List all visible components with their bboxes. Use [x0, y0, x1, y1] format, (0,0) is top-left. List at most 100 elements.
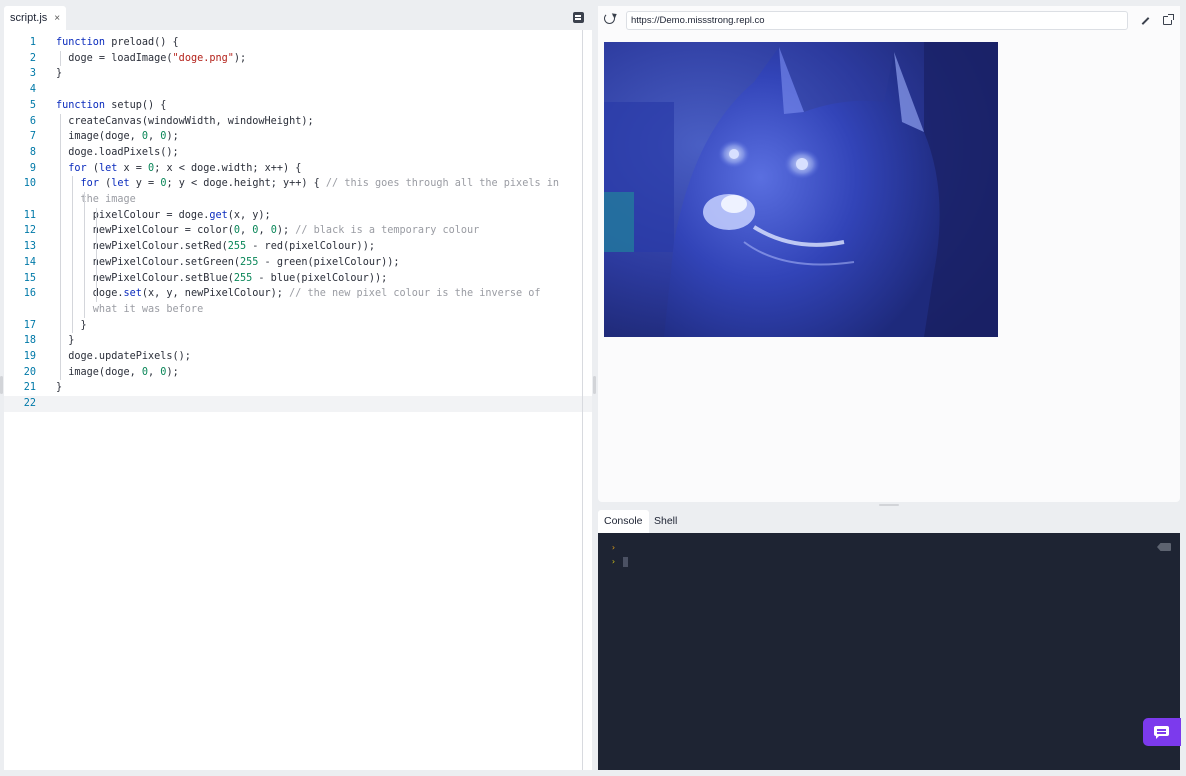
code-line[interactable]: 11 pixelColour = doge.get(x, y);	[4, 208, 592, 224]
code-line[interactable]: 2 doge = loadImage("doge.png");	[4, 51, 592, 67]
code-token: let	[111, 178, 130, 190]
code-line[interactable]: 5 function setup() {	[4, 98, 592, 114]
code-token: ,	[240, 225, 253, 237]
code-token: get	[209, 209, 228, 221]
indent-guide	[72, 176, 73, 334]
code-line[interactable]: 16 doge.set(x, y, newPixelColour); // th…	[4, 286, 592, 302]
code-token: - red(pixelColour));	[246, 241, 375, 253]
code-token: // the new pixel colour is the inverse o…	[289, 288, 541, 300]
code-line-wrap[interactable]: the image	[4, 192, 592, 208]
code-token: set	[123, 288, 142, 300]
line-number: 16	[23, 288, 36, 300]
code-line[interactable]: 15 newPixelColour.setBlue(255 - blue(pix…	[4, 271, 592, 287]
code-line[interactable]: 12 newPixelColour = color(0, 0, 0); // b…	[4, 223, 592, 239]
pencil-icon[interactable]	[1141, 17, 1150, 25]
code-line[interactable]: 13 newPixelColour.setRed(255 - red(pixel…	[4, 239, 592, 255]
code-line[interactable]: 4	[4, 82, 592, 98]
code-token: doge = loadImage(	[56, 52, 173, 64]
close-tab-icon[interactable]: ×	[54, 13, 60, 24]
line-number: 1	[29, 37, 36, 48]
webview-pane: https://Demo.missstrong.repl.co	[598, 6, 1180, 502]
editor-scrollbar[interactable]	[582, 30, 583, 770]
code-token: createCanvas(windowWidth, windowHeight);	[56, 115, 314, 127]
code-token: pixelColour = doge.	[56, 209, 210, 221]
clear-console-icon[interactable]	[1157, 543, 1171, 551]
line-number: 17	[23, 319, 36, 331]
code-line[interactable]: 7 image(doge, 0, 0);	[4, 129, 592, 145]
tab-script-js[interactable]: script.js ×	[4, 6, 67, 30]
doge-output-image	[604, 42, 998, 337]
line-number: 4	[29, 84, 36, 96]
code-token: );	[166, 366, 179, 378]
code-token: (x, y);	[227, 209, 271, 221]
code-token: what it was before	[56, 303, 204, 315]
split-resize-handle[interactable]	[593, 376, 596, 394]
code-line[interactable]: 17 }	[4, 318, 592, 334]
code-area[interactable]: 1 function preload() {2 doge = loadImage(…	[4, 30, 592, 770]
code-token: ; x < doge.width; x++) {	[154, 162, 302, 174]
sidebar-resize-handle[interactable]	[0, 376, 3, 394]
code-token: // this goes through all the pixels in	[325, 178, 559, 190]
code-text: what it was before	[56, 302, 203, 318]
code-line[interactable]: 1 function preload() {	[4, 35, 592, 51]
code-token: 255	[240, 256, 259, 268]
code-line[interactable]: 8 doge.loadPixels();	[4, 145, 592, 161]
open-new-tab-icon[interactable]	[1163, 14, 1174, 25]
code-text: function setup() {	[56, 98, 166, 114]
line-number: 18	[23, 335, 36, 347]
line-number: 3	[29, 68, 36, 80]
code-text: function preload() {	[56, 35, 179, 51]
line-number: 6	[29, 115, 36, 127]
code-text: doge.set(x, y, newPixelColour); // the n…	[56, 286, 541, 302]
code-line[interactable]: 9 for (let x = 0; x < doge.width; x++) {	[4, 161, 592, 177]
code-token: - blue(pixelColour));	[252, 272, 388, 284]
code-line[interactable]: 22	[4, 396, 592, 412]
line-number: 8	[29, 146, 36, 158]
chat-button[interactable]	[1143, 718, 1181, 746]
code-token: newPixelColour.setBlue(	[56, 272, 234, 284]
pane-resize-grip[interactable]	[879, 504, 899, 506]
code-token: // black is a temporary colour	[295, 225, 480, 237]
code-text: image(doge, 0, 0);	[56, 129, 179, 145]
file-outline-icon[interactable]	[573, 12, 584, 23]
code-line-wrap[interactable]: what it was before	[4, 302, 592, 318]
code-line[interactable]: 3}	[4, 66, 592, 82]
code-token: 255	[227, 241, 247, 253]
code-token: newPixelColour = color(	[56, 225, 234, 237]
code-token: ,	[258, 225, 271, 237]
code-text: pixelColour = doge.get(x, y);	[56, 208, 271, 224]
line-number: 10	[23, 178, 36, 190]
code-text: doge = loadImage("doge.png");	[56, 51, 246, 67]
code-token: image(doge,	[56, 366, 142, 378]
code-line[interactable]: 20 image(doge, 0, 0);	[4, 365, 592, 381]
code-text: newPixelColour.setGreen(255 - green(pixe…	[56, 255, 400, 271]
line-number: 2	[29, 52, 36, 64]
code-token: (x, y, newPixelColour);	[141, 288, 290, 300]
tab-console[interactable]: Console	[598, 510, 649, 533]
line-number: 21	[23, 382, 36, 394]
code-text: createCanvas(windowWidth, windowHeight);	[56, 114, 314, 130]
code-token: function	[56, 99, 112, 111]
tab-shell[interactable]: Shell	[648, 510, 683, 533]
code-line[interactable]: 19 doge.updatePixels();	[4, 349, 592, 365]
reload-icon[interactable]	[604, 13, 615, 24]
prompt-chevron-icon: ›	[611, 543, 616, 552]
code-text: newPixelColour.setBlue(255 - blue(pixelC…	[56, 271, 387, 287]
code-line[interactable]: 14 newPixelColour.setGreen(255 - green(p…	[4, 255, 592, 271]
code-token: y =	[129, 178, 161, 190]
code-token: the image	[56, 194, 136, 205]
code-token: );	[166, 131, 179, 143]
code-line[interactable]: 21}	[4, 380, 592, 396]
code-line[interactable]: 6 createCanvas(windowWidth, windowHeight…	[4, 114, 592, 130]
indent-guide	[96, 207, 97, 302]
code-token: }	[56, 68, 63, 80]
line-number: 12	[23, 225, 36, 237]
console-output[interactable]: › ›	[598, 533, 1180, 770]
url-field[interactable]: https://Demo.missstrong.repl.co	[626, 11, 1128, 30]
code-line[interactable]: 18 }	[4, 333, 592, 349]
code-text: the image	[56, 192, 136, 208]
code-line[interactable]: 10 for (let y = 0; y < doge.height; y++)…	[4, 176, 592, 192]
code-token: doge.loadPixels();	[56, 146, 179, 158]
code-token: }	[56, 382, 63, 394]
code-token: setup() {	[111, 99, 167, 111]
